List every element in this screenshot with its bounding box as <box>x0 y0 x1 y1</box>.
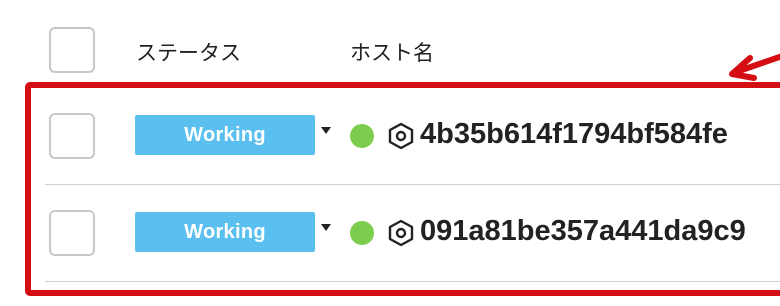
column-header-status[interactable]: ステータス <box>136 37 241 67</box>
row-divider <box>45 281 780 282</box>
row-checkbox[interactable] <box>49 113 95 159</box>
host-name-link[interactable]: 091a81be357a441da9c9 <box>420 215 746 248</box>
column-header-hostname[interactable]: ホスト名 <box>350 37 434 67</box>
status-badge[interactable]: Working <box>135 115 315 155</box>
status-badge[interactable]: Working <box>135 212 315 252</box>
status-dropdown-icon[interactable] <box>321 127 331 134</box>
select-all-checkbox[interactable] <box>49 27 95 73</box>
table-row[interactable]: Working 4b35b614f1794bf584fe <box>0 88 780 185</box>
table-row[interactable]: Working 091a81be357a441da9c9 <box>0 185 780 282</box>
health-status-icon <box>350 221 374 245</box>
host-list-page: ステータス ホスト名 Working 4b35b614f1794bf584fe … <box>0 0 780 306</box>
hexagon-icon <box>388 122 414 150</box>
health-status-icon <box>350 124 374 148</box>
row-checkbox[interactable] <box>49 210 95 256</box>
annotation-arrow-icon <box>729 53 780 81</box>
hexagon-icon <box>388 219 414 247</box>
status-dropdown-icon[interactable] <box>321 224 331 231</box>
table-header: ステータス ホスト名 <box>0 0 780 88</box>
host-name-link[interactable]: 4b35b614f1794bf584fe <box>420 118 728 151</box>
